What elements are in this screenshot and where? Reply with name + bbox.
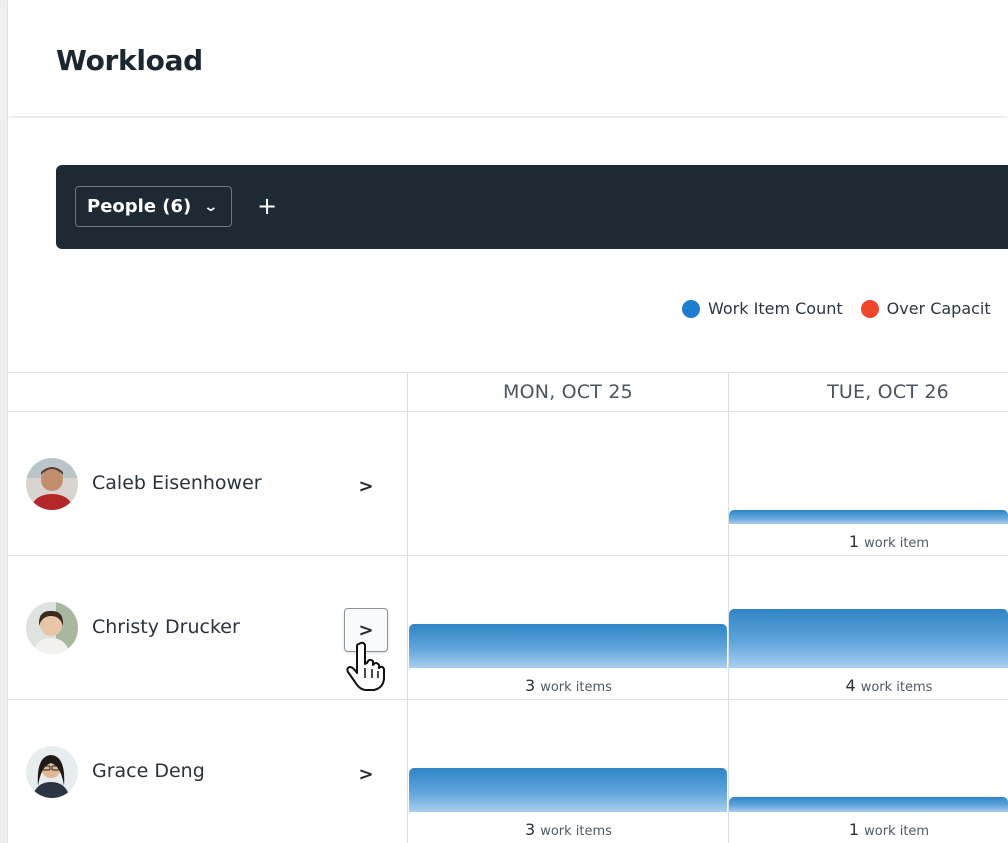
work-item-count: 3 work items	[409, 820, 728, 839]
day-header-row: MON, OCT 25 TUE, OCT 26	[8, 372, 1008, 412]
workload-window: Workload People (6) ⌄ + Work Item Count …	[0, 0, 1008, 843]
avatar	[26, 458, 78, 510]
work-item-count: 3 work items	[409, 676, 728, 695]
work-item-count-number: 4	[845, 676, 856, 695]
legend-dot-work-item-count	[682, 299, 700, 318]
work-item-count-unit: work items	[860, 680, 933, 695]
chevron-down-icon: ⌄	[203, 198, 219, 215]
people-filter-dropdown[interactable]: People (6) ⌄	[75, 186, 232, 227]
legend-item-over-capacity: Over Capacit	[860, 299, 991, 318]
hand-cursor-icon	[346, 641, 385, 691]
page-title: Workload	[56, 44, 203, 77]
person-name: Grace Deng	[92, 760, 205, 782]
person-name: Christy Drucker	[92, 616, 240, 638]
workload-grid: MON, OCT 25 TUE, OCT 26 Caleb Eisenhower…	[8, 372, 1008, 843]
day-header: TUE, OCT 26	[827, 381, 949, 403]
work-item-count-unit: work item	[864, 536, 930, 551]
add-filter-button[interactable]: +	[250, 187, 284, 225]
person-row: Christy Drucker > 3 work items 4 work it…	[8, 556, 1008, 700]
legend-dot-over-capacity	[860, 299, 879, 318]
chart-legend: Work Item Count Over Capacit	[682, 299, 1008, 318]
workload-content: People (6) ⌄ + Work Item Count Over Capa…	[8, 118, 1008, 843]
work-item-count: 1 work item	[729, 820, 1008, 839]
people-filter-label: People (6)	[87, 196, 192, 217]
legend-label: Over Capacit	[886, 299, 991, 318]
filter-toolbar: People (6) ⌄ +	[56, 165, 1008, 249]
work-item-count-number: 1	[848, 820, 860, 839]
day-header: MON, OCT 25	[503, 381, 633, 403]
workload-bar	[409, 768, 727, 812]
legend-item-work-item-count: Work Item Count	[682, 299, 843, 318]
expand-row-button[interactable]: >	[344, 464, 388, 508]
person-row: Grace Deng > 3 work items 1 work item	[8, 700, 1008, 843]
expand-row-button[interactable]: >	[344, 752, 388, 796]
legend-label: Work Item Count	[708, 299, 843, 318]
work-item-count-unit: work items	[540, 680, 612, 695]
person-name: Caleb Eisenhower	[92, 472, 262, 494]
workload-bar	[409, 624, 727, 668]
workload-bar	[729, 510, 1008, 524]
avatar	[26, 746, 78, 798]
workload-bar	[729, 797, 1008, 812]
work-item-count-unit: work item	[864, 824, 930, 839]
work-item-count: 4 work items	[729, 676, 1008, 695]
work-item-count-unit: work items	[540, 824, 612, 839]
work-item-count-number: 3	[525, 820, 536, 839]
page-header: Workload	[8, 0, 1008, 116]
work-item-count: 1 work item	[729, 532, 1008, 551]
work-item-count-number: 1	[848, 532, 860, 551]
work-item-count-number: 3	[525, 676, 536, 695]
workload-bar	[729, 609, 1008, 668]
person-row: Caleb Eisenhower > 1 work item	[8, 412, 1008, 556]
avatar	[26, 602, 78, 654]
window-edge	[0, 0, 8, 843]
